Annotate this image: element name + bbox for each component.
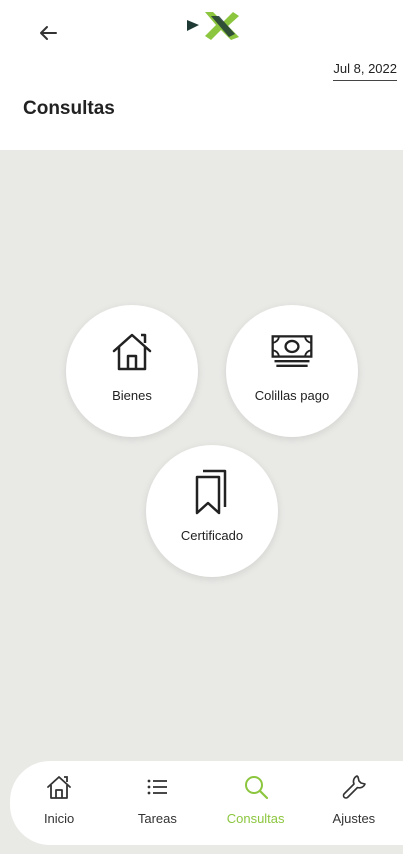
page-title: Consultas [23, 98, 115, 119]
bienes-button[interactable]: Bienes [66, 305, 198, 437]
bottom-nav: Inicio Tareas Consultas Ajustes [10, 761, 403, 845]
nav-item-consultas[interactable]: Consultas [207, 761, 305, 845]
list-icon [141, 771, 173, 803]
nav-label-consultas: Consultas [226, 811, 285, 826]
search-icon [240, 771, 272, 803]
certificado-label: Certificado [180, 528, 244, 543]
colillas-pago-label: Colillas pago [254, 388, 330, 403]
nav-label-inicio: Inicio [43, 811, 75, 826]
certificado-button[interactable]: Certificado [146, 445, 278, 577]
home-icon [43, 771, 75, 803]
money-icon [269, 329, 315, 375]
date-label: Jul 8, 2022 [333, 61, 397, 81]
nav-label-ajustes: Ajustes [332, 811, 376, 826]
nav-item-inicio[interactable]: Inicio [10, 761, 108, 845]
house-icon [109, 329, 155, 375]
screen: Jul 8, 2022 Consultas Bienes Colillas pa… [0, 0, 403, 854]
nav-item-ajustes[interactable]: Ajustes [305, 761, 403, 845]
header: Jul 8, 2022 Consultas [0, 0, 403, 150]
nav-item-tareas[interactable]: Tareas [108, 761, 206, 845]
back-button[interactable] [33, 18, 63, 48]
arrow-left-icon [40, 26, 57, 40]
brand-logo [187, 12, 239, 40]
nav-label-tareas: Tareas [137, 811, 177, 826]
bienes-label: Bienes [112, 388, 152, 403]
wrench-icon [338, 771, 370, 803]
bookmarks-icon [189, 469, 235, 515]
colillas-pago-button[interactable]: Colillas pago [226, 305, 358, 437]
